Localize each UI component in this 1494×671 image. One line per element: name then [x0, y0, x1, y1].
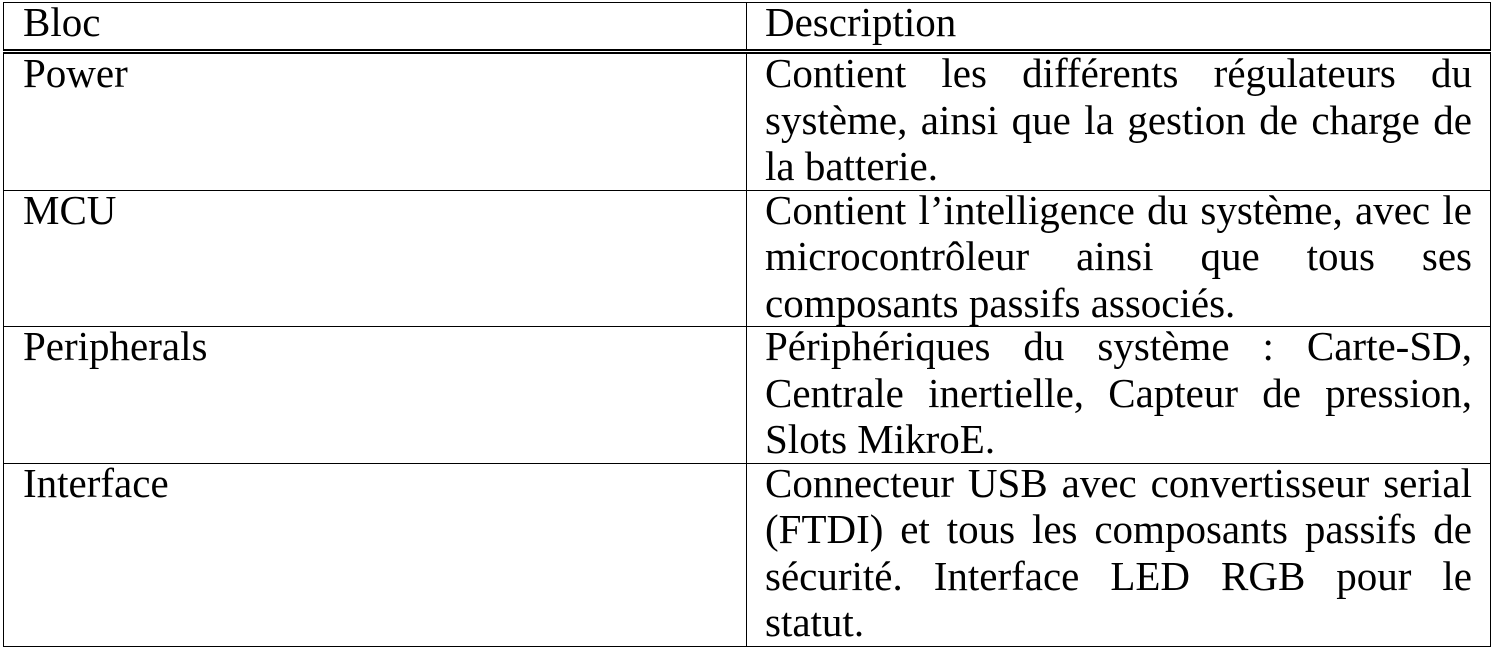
blocks-table: Bloc Description Power Contient les diff…: [3, 0, 1491, 647]
description-cell: Contient l’intelligence du système, avec…: [746, 186, 1491, 327]
bloc-description: Connecteur USB avec convertisseur serial…: [765, 459, 1472, 646]
bloc-cell: Interface: [3, 459, 747, 647]
bloc-cell: Power: [3, 50, 747, 191]
description-cell: Connecteur USB avec convertisseur serial…: [746, 459, 1491, 647]
table-row: Peripherals Périphériques du système : C…: [3, 323, 1491, 464]
bloc-name: Peripherals: [23, 323, 208, 369]
bloc-name: Power: [23, 50, 128, 96]
bloc-cell: MCU: [3, 186, 747, 327]
bloc-cell: Peripherals: [3, 323, 747, 464]
bloc-name: MCU: [23, 186, 117, 233]
header-cell-bloc: Bloc: [3, 0, 747, 54]
bloc-name: Interface: [23, 459, 169, 506]
bloc-description: Périphériques du système : Carte-SD, Cen…: [765, 323, 1472, 462]
header-description-label: Description: [765, 0, 957, 45]
table-row: Power Contient les différents régulateur…: [3, 50, 1491, 191]
description-cell: Périphériques du système : Carte-SD, Cen…: [746, 323, 1491, 464]
header-bloc-label: Bloc: [23, 0, 101, 45]
header-cell-description: Description: [746, 0, 1491, 54]
description-cell: Contient les différents régulateurs du s…: [746, 50, 1491, 191]
bloc-description: Contient l’intelligence du système, avec…: [765, 186, 1472, 326]
bloc-description: Contient les différents régulateurs du s…: [765, 50, 1472, 189]
table-header-row: Bloc Description: [3, 0, 1491, 54]
table-row: Interface Connecteur USB avec convertiss…: [3, 459, 1491, 647]
table-row: MCU Contient l’intelligence du système, …: [3, 186, 1491, 327]
